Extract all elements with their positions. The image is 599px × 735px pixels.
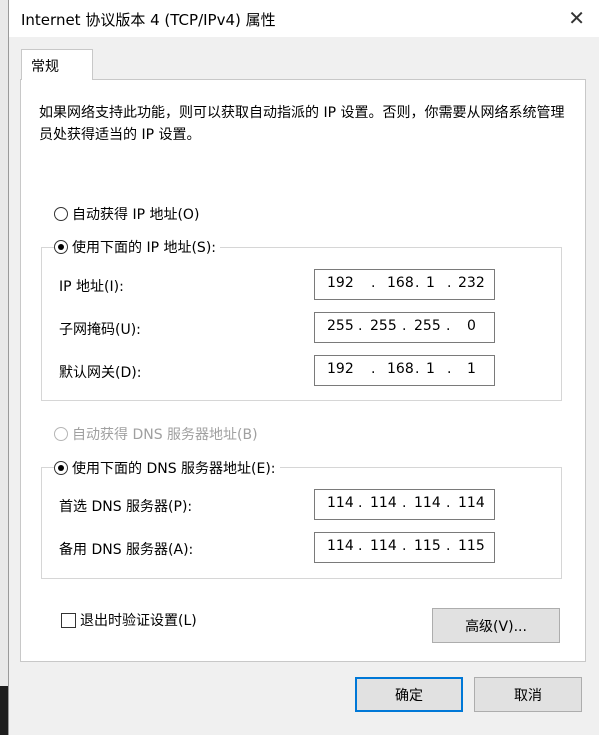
subnet-octet-3: 255 [414, 318, 441, 334]
gateway-octet-1: 192 [327, 361, 354, 377]
subnet-octet-1: 255 [327, 318, 354, 334]
preferred-dns-field[interactable]: 114 . 114 . 114 . 114 [314, 489, 495, 520]
pdns-octet-4: 114 [458, 495, 485, 511]
window-title: Internet 协议版本 4 (TCP/IPv4) 属性 [21, 11, 276, 29]
advanced-button[interactable]: 高级(V)... [432, 608, 560, 643]
subnet-octet-2: 255 [370, 318, 397, 334]
radio-auto-dns: 自动获得 DNS 服务器地址(B) [54, 424, 258, 444]
pdns-octet-2: 114 [370, 495, 397, 511]
pdns-octet-3: 114 [414, 495, 441, 511]
close-icon[interactable]: ✕ [568, 6, 585, 30]
radio-auto-ip-indicator [54, 207, 68, 221]
general-panel: 如果网络支持此功能，则可以获取自动指派的 IP 设置。否则，你需要从网络系统管理… [20, 79, 586, 662]
tab-general[interactable]: 常规 [21, 49, 93, 80]
title-bar: Internet 协议版本 4 (TCP/IPv4) 属性 ✕ [9, 0, 599, 37]
radio-manual-ip-indicator [54, 240, 68, 254]
subnet-mask-label: 子网掩码(U): [59, 322, 141, 338]
radio-auto-dns-label: 自动获得 DNS 服务器地址(B) [72, 427, 258, 443]
validate-on-exit-checkbox[interactable]: 退出时验证设置(L) [61, 610, 197, 630]
ip-octet-2: 168 [387, 275, 414, 291]
gateway-octet-3: 1 [426, 361, 435, 377]
subnet-mask-field[interactable]: 255 . 255 . 255 . 0 [314, 312, 495, 343]
adns-octet-1: 114 [327, 538, 354, 554]
adns-octet-3: 115 [414, 538, 441, 554]
preferred-dns-label: 首选 DNS 服务器(P): [59, 499, 193, 515]
validate-checkbox-label: 退出时验证设置(L) [80, 613, 197, 629]
ok-button[interactable]: 确定 [355, 677, 463, 712]
radio-manual-dns[interactable]: 使用下面的 DNS 服务器地址(E): [54, 458, 280, 478]
cancel-button[interactable]: 取消 [474, 677, 582, 712]
radio-auto-ip[interactable]: 自动获得 IP 地址(O) [54, 204, 199, 224]
radio-manual-dns-label: 使用下面的 DNS 服务器地址(E): [72, 461, 276, 477]
gateway-field[interactable]: 192 . 168 . 1 . 1 [314, 355, 495, 386]
ip-address-label: IP 地址(I): [59, 279, 124, 295]
validate-checkbox-box [61, 612, 76, 628]
tcpip-properties-dialog: Internet 协议版本 4 (TCP/IPv4) 属性 ✕ 常规 如果网络支… [8, 0, 599, 735]
radio-manual-ip[interactable]: 使用下面的 IP 地址(S): [54, 237, 220, 257]
tab-general-label: 常规 [31, 59, 59, 75]
gateway-label: 默认网关(D): [59, 365, 142, 381]
ip-octet-1: 192 [327, 275, 354, 291]
alternate-dns-label: 备用 DNS 服务器(A): [59, 542, 194, 558]
ip-octet-4: 232 [458, 275, 485, 291]
ip-octet-3: 1 [426, 275, 435, 291]
alternate-dns-field[interactable]: 114 . 114 . 115 . 115 [314, 532, 495, 563]
subnet-octet-4: 0 [467, 318, 476, 334]
pdns-octet-1: 114 [327, 495, 354, 511]
gateway-octet-2: 168 [387, 361, 414, 377]
gateway-octet-4: 1 [467, 361, 476, 377]
adns-octet-2: 114 [370, 538, 397, 554]
ip-address-field[interactable]: 192 . 168 . 1 . 232 [314, 269, 495, 300]
radio-auto-dns-indicator [54, 427, 68, 441]
description-text: 如果网络支持此功能，则可以获取自动指派的 IP 设置。否则，你需要从网络系统管理… [39, 105, 565, 143]
adns-octet-4: 115 [458, 538, 485, 554]
radio-manual-dns-indicator [54, 461, 68, 475]
radio-auto-ip-label: 自动获得 IP 地址(O) [72, 207, 200, 223]
radio-manual-ip-label: 使用下面的 IP 地址(S): [72, 240, 216, 256]
